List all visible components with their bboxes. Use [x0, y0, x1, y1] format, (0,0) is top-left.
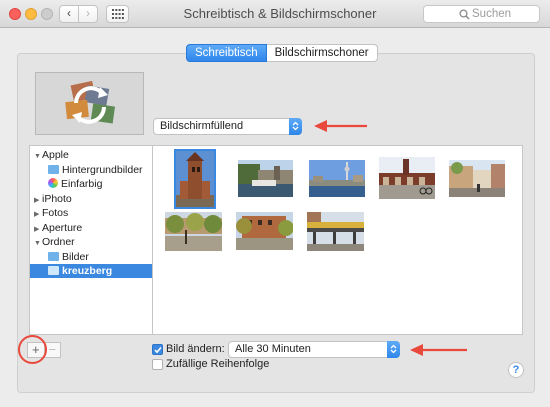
tab-bildschirmschoner[interactable]: Bildschirmschoner: [266, 44, 378, 62]
photo-thumb-bridge[interactable]: [379, 157, 435, 199]
sidebar-item-label: Aperture: [42, 221, 83, 234]
annotation-arrow-icon: [410, 344, 467, 356]
sidebar-item-kreuzberg[interactable]: kreuzberg: [30, 264, 152, 278]
folder-icon: [48, 164, 59, 174]
photo-thumb-street[interactable]: [449, 160, 505, 197]
help-button[interactable]: ?: [508, 362, 524, 378]
fill-mode-value: Bildschirmfüllend: [160, 120, 244, 132]
sidebar-item-label: Fotos: [42, 207, 69, 219]
minimize-window-button[interactable]: [25, 8, 37, 20]
show-all-button[interactable]: [106, 5, 129, 23]
color-wheel-icon: [48, 178, 58, 188]
preferences-window: ‹ › Schreibtisch & Bildschirmschoner Sch…: [0, 0, 550, 407]
sidebar-item-label: Hintergrundbilder: [62, 163, 143, 176]
annotation-arrow-icon: [314, 120, 367, 132]
search-input[interactable]: [472, 7, 536, 21]
title-bar: ‹ › Schreibtisch & Bildschirmschoner: [0, 0, 550, 28]
random-order-label: Zufällige Reihenfolge: [166, 358, 270, 370]
photo-thumb-square[interactable]: [165, 212, 222, 251]
sidebar-item-aperture[interactable]: ▶ Aperture: [30, 221, 152, 235]
zoom-window-button[interactable]: [41, 8, 53, 20]
sidebar-item-label: Ordner: [42, 236, 75, 248]
photo-thumb-tv-tower[interactable]: [309, 160, 365, 197]
popup-arrows-icon: [289, 118, 302, 135]
tab-segmented-control: Schreibtisch Bildschirmschoner: [186, 44, 378, 62]
close-window-button[interactable]: [9, 8, 21, 20]
interval-value: Alle 30 Minuten: [235, 343, 311, 355]
annotation-circle: [18, 335, 47, 364]
photo-thumb-river-boat[interactable]: [238, 160, 293, 197]
grid-icon: [112, 9, 124, 19]
tab-schreibtisch[interactable]: Schreibtisch: [186, 44, 267, 62]
search-field[interactable]: [423, 5, 540, 23]
sidebar-item-iphoto[interactable]: ▶ iPhoto: [30, 192, 152, 206]
rotating-pictures-icon: [65, 80, 116, 124]
forward-button[interactable]: ›: [78, 5, 98, 23]
picture-grid: [153, 145, 523, 335]
sidebar-item-label: iPhoto: [42, 192, 72, 205]
sidebar-item-hintergrundbilder[interactable]: Hintergrundbilder: [30, 163, 152, 177]
fill-mode-popup[interactable]: Bildschirmfüllend: [153, 118, 302, 135]
change-picture-checkbox[interactable]: [152, 344, 163, 355]
sidebar-item-label: kreuzberg: [62, 265, 113, 277]
random-order-checkbox[interactable]: [152, 359, 163, 370]
sidebar-item-apple[interactable]: ▼Apple: [30, 148, 152, 162]
popup-arrows-icon: [387, 341, 400, 358]
folder-icon: [48, 251, 59, 261]
photo-thumb-brick-building[interactable]: [236, 212, 293, 250]
photo-thumb-tower[interactable]: [174, 149, 216, 209]
window-title: Schreibtisch & Bildschirmschoner: [183, 6, 377, 21]
back-button[interactable]: ‹: [59, 5, 79, 23]
sidebar-item-fotos[interactable]: ▶ Fotos: [30, 206, 152, 220]
sidebar-item-label: Bilder: [62, 250, 89, 263]
folder-icon: [48, 266, 59, 275]
checkmark-icon: [154, 346, 162, 354]
desktop-preview: [35, 72, 144, 135]
source-list: ▼Apple Hintergrundbilder Einfarbig ▶ iPhoto ▶…: [29, 145, 153, 335]
sidebar-item-ordner[interactable]: ▼Ordner: [30, 235, 152, 249]
sidebar-item-bilder[interactable]: Bilder: [30, 250, 152, 264]
photo-thumb-elevated-train[interactable]: [307, 212, 364, 251]
sidebar-item-einfarbig[interactable]: Einfarbig: [30, 177, 152, 191]
change-picture-label: Bild ändern:: [166, 343, 225, 355]
search-icon: [459, 9, 470, 20]
interval-popup[interactable]: Alle 30 Minuten: [228, 341, 400, 358]
sidebar-item-label: Einfarbig: [61, 178, 103, 190]
sidebar-item-label: Apple: [42, 149, 69, 161]
